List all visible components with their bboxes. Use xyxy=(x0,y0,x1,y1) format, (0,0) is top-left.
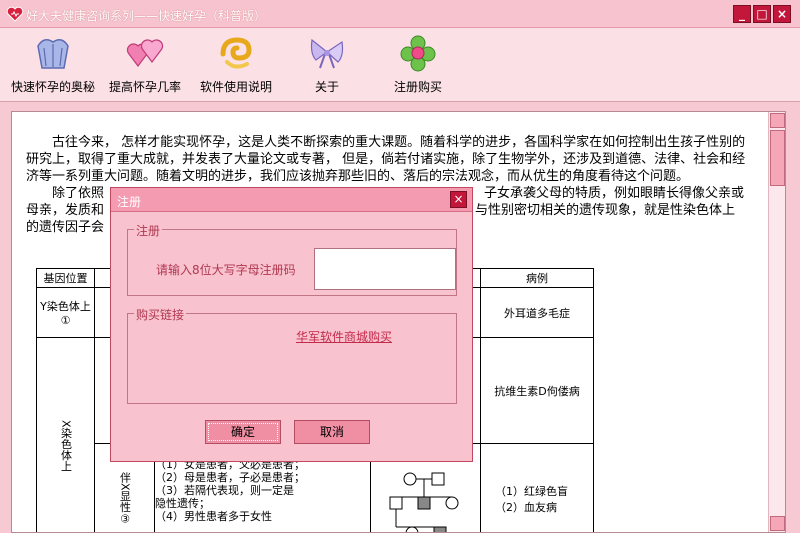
y-chromosome-cell: Y染色体上① xyxy=(36,287,95,338)
minimize-button[interactable]: _ xyxy=(733,5,751,23)
buy-link[interactable]: 华军软件商城购买 xyxy=(296,328,392,345)
scroll-thumb[interactable] xyxy=(770,130,785,186)
toolbar: 快速怀孕的奥秘 提高怀孕几率 软件使用说明 关于 注册购买 xyxy=(0,28,800,102)
flower-icon xyxy=(400,35,436,72)
bow-icon xyxy=(310,38,344,69)
hearts-icon xyxy=(126,39,164,67)
header-cases: 病例 xyxy=(480,268,594,288)
dialog-title-bar: 注册 × xyxy=(111,188,472,212)
toolbar-help-button[interactable]: 软件使用说明 xyxy=(188,34,284,96)
buy-group: 购买链接 华军软件商城购买 xyxy=(127,306,457,404)
toolbar-label: 快速怀孕的奥秘 xyxy=(10,80,95,94)
shell-icon xyxy=(37,39,69,69)
register-group: 注册 请输入8位大写字母注册码 xyxy=(127,222,457,296)
toolbar-label: 注册购买 xyxy=(393,80,442,94)
toolbar-probability-button[interactable]: 提高怀孕几率 xyxy=(97,34,193,96)
title-bar: 好大夫健康咨询系列——快速好孕（科普版） _ □ × xyxy=(0,0,800,28)
window-title: 好大夫健康咨询系列——快速好孕（科普版） xyxy=(26,9,267,23)
toolbar-about-button[interactable]: 关于 xyxy=(279,34,375,96)
x-chromosome-cell: X染色体上 xyxy=(36,337,95,532)
x-recessive-cases: （1）红绿色盲 （2）血友病 xyxy=(480,443,594,532)
dialog-close-button[interactable]: × xyxy=(450,191,467,208)
scroll-up-button[interactable] xyxy=(770,113,785,128)
x-dominant-case-cell: 抗维生素D佝偻病 xyxy=(480,337,594,444)
vertical-scrollbar[interactable] xyxy=(768,112,785,532)
scroll-down-button[interactable] xyxy=(770,516,785,531)
y-case-cell: 外耳道多毛症 xyxy=(480,287,594,338)
close-button[interactable]: × xyxy=(773,5,791,23)
swirl-icon xyxy=(220,37,252,69)
header-gene-position: 基因位置 xyxy=(36,268,95,288)
buy-legend: 购买链接 xyxy=(134,306,187,323)
register-code-input[interactable] xyxy=(314,248,456,290)
toolbar-label: 关于 xyxy=(314,80,339,94)
toolbar-secrets-button[interactable]: 快速怀孕的奥秘 xyxy=(5,34,101,96)
ok-button[interactable]: 确定 xyxy=(205,420,281,444)
toolbar-label: 提高怀孕几率 xyxy=(108,80,181,94)
toolbar-label: 软件使用说明 xyxy=(199,80,272,94)
toolbar-register-button[interactable]: 注册购买 xyxy=(370,34,466,96)
maximize-button[interactable]: □ xyxy=(753,5,771,23)
register-prompt: 请输入8位大写字母注册码 xyxy=(156,263,296,277)
cancel-button[interactable]: 取消 xyxy=(294,420,370,444)
register-dialog: 注册 × 注册 请输入8位大写字母注册码 购买链接 华军软件商城购买 确定 取消 xyxy=(110,187,473,462)
dialog-title: 注册 xyxy=(117,195,142,209)
heart-app-icon xyxy=(6,6,24,22)
register-legend: 注册 xyxy=(134,222,163,239)
paragraph-intro: 古往今来， 怎样才能实现怀孕，这是人类不断探索的重大课题。随着科学的进步，各国科… xyxy=(26,135,746,184)
